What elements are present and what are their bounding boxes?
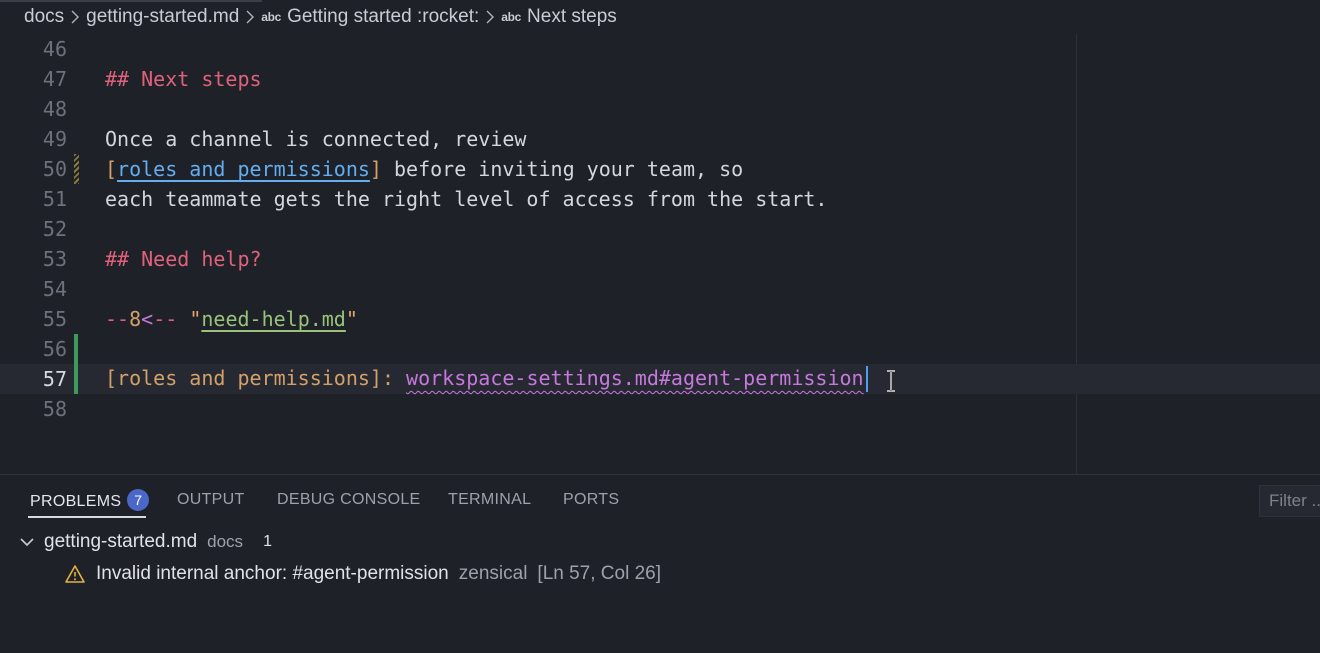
bracket: [ xyxy=(105,157,118,181)
breadcrumb: docs getting-started.md abc Getting star… xyxy=(0,0,1320,34)
editor-line[interactable]: 47 ## Next steps xyxy=(0,64,1320,94)
line-number: 51 xyxy=(42,187,67,211)
line-number: 50 xyxy=(42,157,67,181)
editor-line[interactable]: 54 xyxy=(0,274,1320,304)
snippet-dash: -- xyxy=(153,307,190,331)
tab-terminal[interactable]: TERMINAL xyxy=(448,491,531,509)
link-line: [roles and permissions] before inviting … xyxy=(105,157,743,181)
reference-label: [roles and permissions]: xyxy=(105,365,394,390)
editor-line[interactable]: 50 [roles and permissions] before inviti… xyxy=(0,154,1320,184)
filter-input[interactable]: Filter ... xyxy=(1259,485,1320,517)
code-editor[interactable]: 46 47 ## Next steps 48 49 Once a channel… xyxy=(0,34,1320,474)
problem-file-folder: docs xyxy=(207,532,244,551)
text-cursor xyxy=(865,366,868,393)
tab-ports[interactable]: PORTS xyxy=(563,491,619,509)
problem-file-group[interactable]: getting-started.md docs 1 xyxy=(18,528,272,556)
editor-line[interactable]: 53 ## Need help? xyxy=(0,244,1320,274)
line-number: 55 xyxy=(42,307,67,331)
heading-text: ## Next steps xyxy=(105,67,262,91)
active-tab-underline xyxy=(28,516,146,518)
reference-link[interactable]: roles and permissions xyxy=(117,157,370,181)
problems-count-badge: 7 xyxy=(127,489,150,511)
added-gutter-marker[interactable] xyxy=(74,334,78,364)
problem-message: Invalid internal anchor: #agent-permissi… xyxy=(96,563,449,584)
breadcrumb-item-heading-1[interactable]: Getting started :rocket: xyxy=(287,6,479,28)
chevron-down-icon[interactable] xyxy=(18,533,36,551)
tab-problems[interactable]: PROBLEMS 7 xyxy=(30,489,150,513)
snippet-arrow: < xyxy=(141,307,154,331)
heading-text: ## Need help? xyxy=(105,247,262,271)
tab-debug-console[interactable]: DEBUG CONSOLE xyxy=(277,491,421,509)
editor-line[interactable]: 46 xyxy=(0,34,1320,64)
line-number-current: 57 xyxy=(42,367,67,391)
breadcrumb-item-file[interactable]: getting-started.md xyxy=(86,6,239,28)
problem-location: [Ln 57, Col 26] xyxy=(537,563,662,584)
editor-line[interactable]: 55 --8<-- "need-help.md" xyxy=(0,304,1320,334)
string-symbol-icon: abc xyxy=(261,10,282,24)
breadcrumb-item-heading-2[interactable]: Next steps xyxy=(527,6,617,28)
line-number: 54 xyxy=(42,277,67,301)
added-gutter-marker[interactable] xyxy=(74,364,78,394)
tab-label: PROBLEMS xyxy=(30,493,122,511)
line-number: 56 xyxy=(42,337,67,361)
editor-line[interactable]: 51 each teammate gets the right level of… xyxy=(0,184,1320,214)
chevron-right-icon xyxy=(245,10,255,24)
bracket: ] xyxy=(369,157,382,181)
string-quote: " xyxy=(345,307,358,331)
line-number: 48 xyxy=(42,97,67,121)
bottom-panel: PROBLEMS 7 OUTPUT DEBUG CONSOLE TERMINAL … xyxy=(0,474,1320,653)
paragraph-text: each teammate gets the right level of ac… xyxy=(105,187,828,211)
problem-item[interactable]: Invalid internal anchor: #agent-permissi… xyxy=(64,560,661,588)
problem-source: zensical xyxy=(458,563,528,584)
paragraph-text: Once a channel is connected, review xyxy=(105,127,527,151)
string-symbol-icon: abc xyxy=(501,10,522,24)
warning-icon xyxy=(65,565,85,583)
breadcrumb-item-docs[interactable]: docs xyxy=(24,6,64,28)
editor-line[interactable]: 52 xyxy=(0,214,1320,244)
problem-file-count: 1 xyxy=(263,533,272,550)
line-number: 49 xyxy=(42,127,67,151)
editor-line[interactable]: 49 Once a channel is connected, review xyxy=(0,124,1320,154)
ibeam-cursor-icon xyxy=(887,370,895,392)
line-number: 46 xyxy=(42,37,67,61)
tab-output[interactable]: OUTPUT xyxy=(177,491,245,509)
chevron-right-icon xyxy=(485,10,495,24)
string-quote: " xyxy=(189,307,202,331)
panel-tabs: PROBLEMS 7 OUTPUT DEBUG CONSOLE TERMINAL … xyxy=(0,475,1320,527)
chevron-right-icon xyxy=(70,10,80,24)
line-number: 53 xyxy=(42,247,67,271)
line-number: 58 xyxy=(42,397,67,421)
editor-line[interactable]: 58 xyxy=(0,394,1320,424)
paragraph-text: before inviting your team, so xyxy=(381,157,744,181)
snippet-file-link[interactable]: need-help.md xyxy=(201,307,346,331)
editor-line[interactable]: 48 xyxy=(0,94,1320,124)
problem-file-name: getting-started.md xyxy=(44,531,198,552)
line-number: 52 xyxy=(42,217,67,241)
snippet-dash: -- xyxy=(105,307,130,331)
modified-gutter-marker[interactable] xyxy=(74,154,79,184)
reference-definition: [roles and permissions]: workspace-setti… xyxy=(105,366,868,393)
snippet-number: 8 xyxy=(129,307,142,331)
reference-url[interactable]: workspace-settings.md#agent-permission xyxy=(406,366,864,390)
editor-line[interactable]: 56 xyxy=(0,334,1320,364)
line-number: 47 xyxy=(42,67,67,91)
snippet-line: --8<-- "need-help.md" xyxy=(105,307,358,331)
editor-line-current[interactable]: 57 [roles and permissions]: workspace-se… xyxy=(0,364,1320,394)
